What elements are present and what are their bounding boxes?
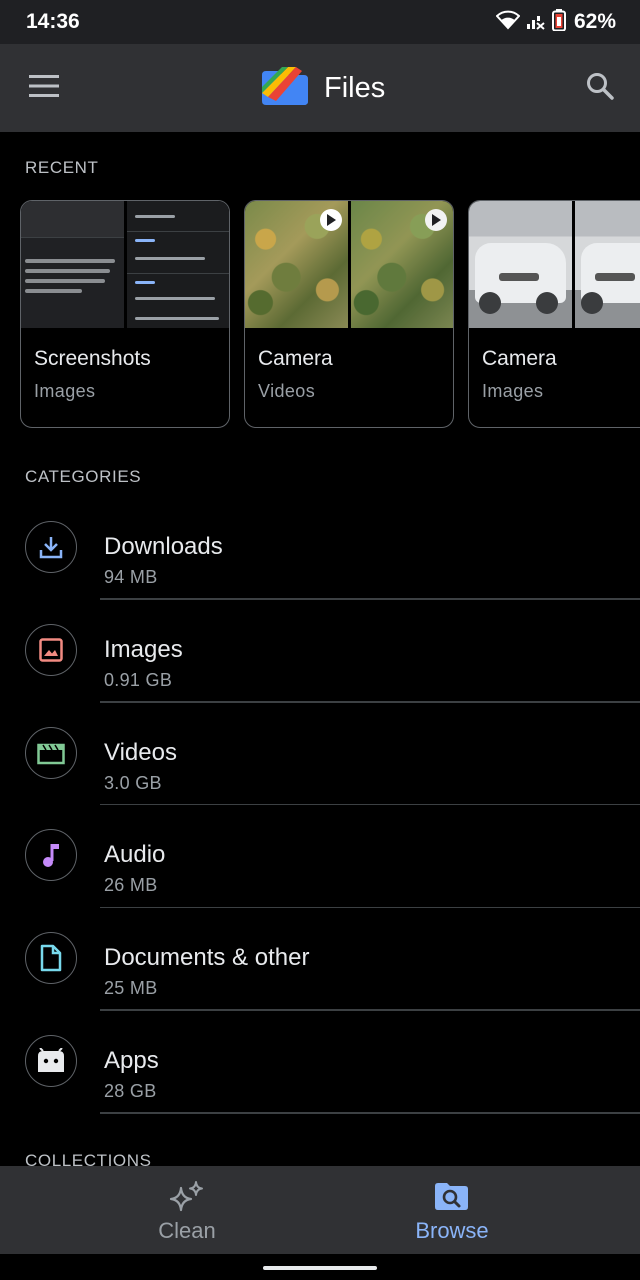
category-name: Downloads (104, 533, 223, 560)
home-gesture-handle[interactable] (263, 1266, 377, 1270)
status-icons: 62% (495, 8, 616, 36)
category-name: Documents & other (104, 944, 310, 972)
bottom-navigation: Clean Browse (0, 1166, 640, 1254)
sparkle-icon (167, 1180, 207, 1219)
browse-icon (434, 1180, 470, 1217)
category-name: Images (104, 635, 183, 663)
image-thumbnail (469, 201, 572, 328)
app-title: Files (324, 71, 386, 104)
nav-label: Browse (415, 1218, 489, 1243)
category-item-images[interactable]: Images 0.91 GB (0, 600, 640, 703)
category-item-documents[interactable]: Documents & other 25 MB (0, 908, 640, 1011)
category-name: Audio (104, 841, 166, 869)
menu-icon (29, 74, 59, 102)
document-icon (25, 932, 77, 985)
recent-header: RECENT (25, 158, 99, 177)
search-icon (586, 72, 614, 105)
play-icon (319, 209, 342, 231)
recent-card-title: Screenshots (34, 347, 151, 370)
gesture-bar (0, 1254, 640, 1280)
recent-card-title: Camera (258, 347, 333, 370)
recent-card-title: Camera (482, 347, 557, 370)
download-icon (25, 521, 77, 573)
battery-icon (551, 8, 566, 36)
recent-thumbnails (469, 201, 640, 328)
status-time: 14:36 (26, 10, 80, 33)
category-name: Videos (104, 738, 177, 766)
video-icon (25, 726, 77, 779)
recent-carousel[interactable]: Screenshots Images Camera Videos Camera … (20, 200, 640, 430)
category-size: 28 GB (104, 1080, 157, 1101)
menu-button[interactable] (20, 64, 68, 112)
video-thumbnail (245, 201, 348, 328)
video-thumbnail (350, 201, 453, 328)
files-logo-icon (262, 66, 308, 110)
category-size: 94 MB (104, 567, 158, 587)
screenshot-thumbnail (21, 201, 124, 328)
recent-thumbnails (21, 201, 229, 328)
category-name: Apps (104, 1046, 159, 1074)
android-icon (25, 1034, 77, 1087)
battery-percent: 62% (573, 10, 616, 33)
signal-off-icon (526, 10, 546, 35)
category-size: 25 MB (104, 978, 158, 999)
app-title-group: Files (262, 66, 386, 110)
category-item-apps[interactable]: Apps 28 GB (0, 1011, 640, 1114)
app-bar: Files (0, 44, 640, 132)
category-size: 0.91 GB (104, 669, 173, 690)
category-item-downloads[interactable]: Downloads 94 MB (0, 497, 640, 600)
recent-card[interactable]: Camera Images (468, 200, 640, 428)
nav-browse[interactable]: Browse (292, 1166, 612, 1254)
category-item-videos[interactable]: Videos 3.0 GB (0, 703, 640, 806)
divider (100, 1112, 640, 1114)
recent-card-subtitle: Videos (258, 381, 316, 401)
category-item-audio[interactable]: Audio 26 MB (0, 805, 640, 909)
category-list: Downloads 94 MB Images 0.91 GB Videos 3.… (0, 497, 640, 1114)
music-note-icon (25, 829, 77, 882)
recent-thumbnails (245, 201, 453, 328)
recent-card[interactable]: Camera Videos (244, 200, 454, 428)
category-size: 26 MB (104, 875, 158, 896)
search-button[interactable] (576, 64, 624, 112)
recent-card-subtitle: Images (34, 381, 96, 401)
categories-header: CATEGORIES (25, 467, 142, 486)
recent-card[interactable]: Screenshots Images (20, 200, 230, 428)
screenshot-thumbnail (126, 201, 229, 328)
play-icon (425, 209, 447, 231)
image-icon (25, 623, 77, 676)
category-size: 3.0 GB (104, 772, 162, 793)
recent-card-subtitle: Images (482, 381, 544, 401)
image-thumbnail (574, 201, 640, 328)
wifi-icon (495, 10, 521, 35)
status-bar: 14:36 62% (0, 0, 640, 44)
